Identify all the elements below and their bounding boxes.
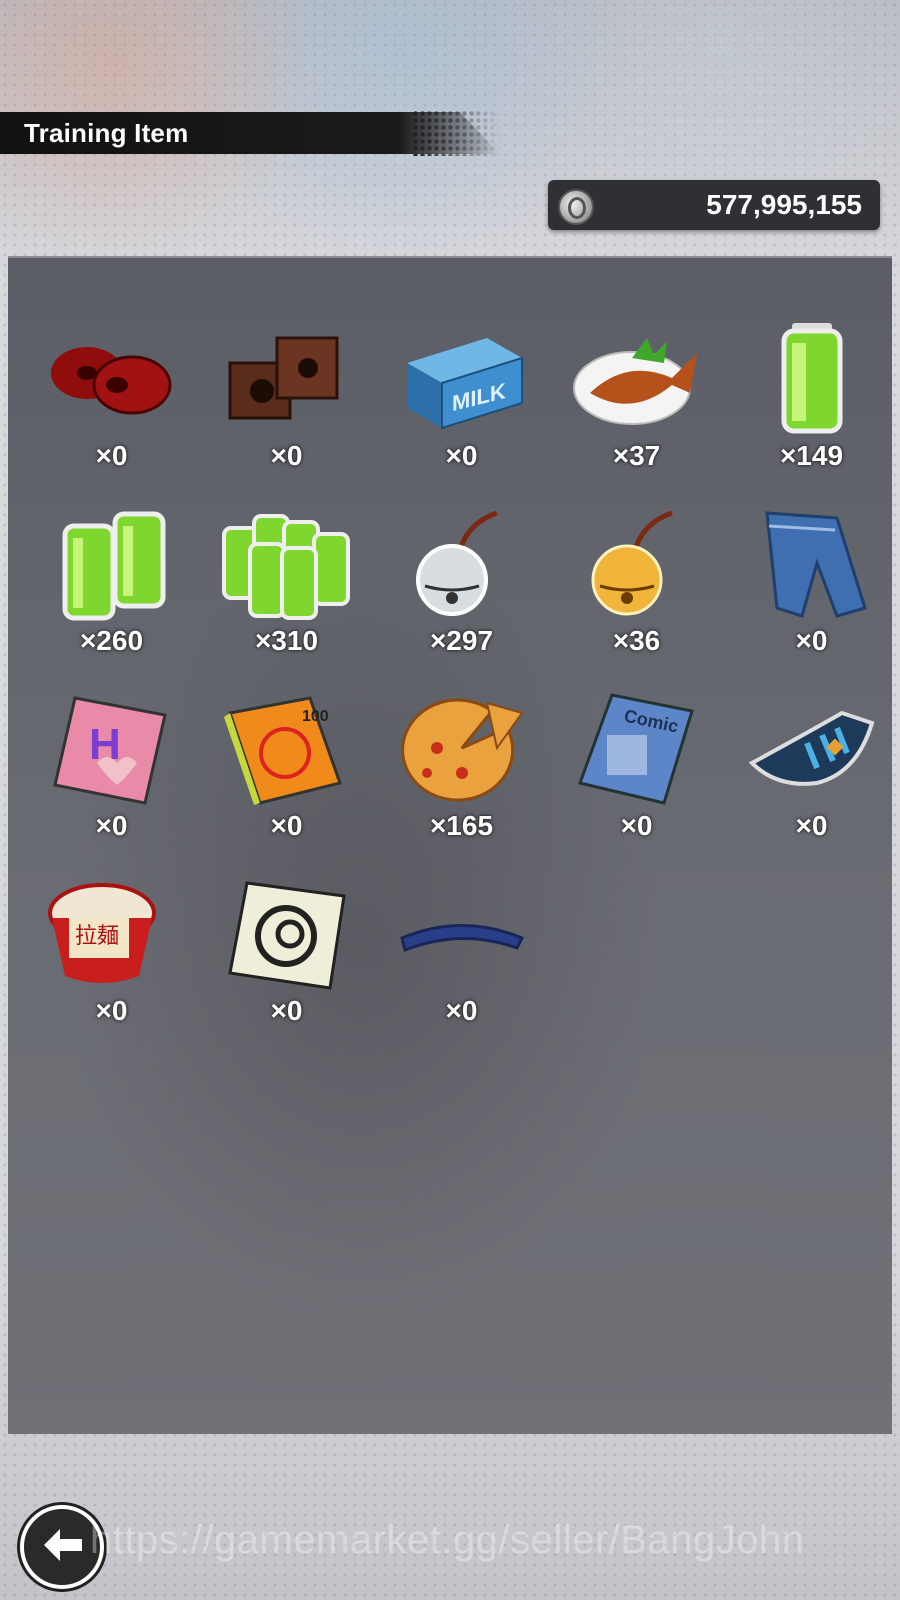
item-count: ×37 [612, 440, 661, 471]
item-slot[interactable]: MILK ×0 [374, 318, 549, 503]
item-count: ×0 [445, 440, 478, 471]
milk-carton-icon: MILK [392, 318, 532, 438]
currency-display: 577,995,155 [548, 180, 880, 230]
title-halftone [412, 110, 502, 156]
page-title: Training Item [24, 118, 189, 148]
item-panel: ×0 ×0 MILK ×0 ×37 ×149 ×260 ×310 ×297 ×3… [8, 256, 892, 1434]
item-slot[interactable]: ×0 [724, 688, 899, 873]
comic-book-icon: Comic [567, 688, 707, 808]
item-count: ×0 [270, 440, 303, 471]
item-slot[interactable]: ×0 [199, 318, 374, 503]
item-slot[interactable]: ×260 [24, 503, 199, 688]
svg-text:拉麺: 拉麺 [75, 923, 119, 948]
magazine-icon: H [42, 688, 182, 808]
item-count: ×0 [95, 810, 128, 841]
instant-ramen-icon: 拉麺 [42, 873, 182, 993]
item-count: ×0 [620, 810, 653, 841]
svg-text:100: 100 [302, 708, 329, 725]
item-grid: ×0 ×0 MILK ×0 ×37 ×149 ×260 ×310 ×297 ×3… [24, 318, 900, 1058]
item-slot[interactable]: 100 ×0 [199, 688, 374, 873]
item-count: ×260 [79, 625, 144, 656]
item-count: ×149 [779, 440, 844, 471]
silver-bell-icon [392, 503, 532, 623]
item-count: ×0 [270, 995, 303, 1026]
item-slot[interactable]: ×310 [199, 503, 374, 688]
item-count: ×0 [270, 810, 303, 841]
item-slot[interactable]: H ×0 [24, 688, 199, 873]
gold-bell-icon [567, 503, 707, 623]
red-weights-icon [42, 318, 182, 438]
item-slot[interactable]: ×0 [24, 318, 199, 503]
battery-pack-icon [217, 503, 357, 623]
currency-value: 577,995,155 [706, 189, 862, 220]
energy-battery-icon [742, 318, 882, 438]
joke-book-icon: 100 [217, 688, 357, 808]
item-count: ×165 [429, 810, 494, 841]
watermark-text: https://gamemarket.gg/seller/BangJohn [90, 1518, 805, 1562]
item-slot[interactable]: ×165 [374, 688, 549, 873]
item-count: ×0 [95, 440, 128, 471]
item-slot[interactable]: ×0 [374, 873, 549, 1058]
item-slot[interactable]: ×37 [549, 318, 724, 503]
item-count: ×310 [254, 625, 319, 656]
item-slot[interactable]: ×0 [724, 503, 899, 688]
item-slot[interactable]: ×297 [374, 503, 549, 688]
item-count: ×0 [795, 625, 828, 656]
pizza-icon [392, 688, 532, 808]
brick-weights-icon [217, 318, 357, 438]
grilled-fish-icon [567, 318, 707, 438]
headband-icon [392, 873, 532, 993]
back-arrow-icon [40, 1527, 84, 1568]
item-count: ×0 [445, 995, 478, 1026]
item-slot[interactable]: ×36 [549, 503, 724, 688]
battery-pair-icon [42, 503, 182, 623]
item-count: ×36 [612, 625, 661, 656]
item-count: ×297 [429, 625, 494, 656]
item-count: ×0 [795, 810, 828, 841]
coin-icon [558, 189, 594, 225]
item-slot[interactable]: ×0 [199, 873, 374, 1058]
item-count: ×0 [95, 995, 128, 1026]
jeans-icon [742, 503, 882, 623]
item-slot[interactable]: Comic ×0 [549, 688, 724, 873]
scouter-card-icon [217, 873, 357, 993]
item-slot[interactable]: ×149 [724, 318, 899, 503]
item-slot[interactable]: 拉麺 ×0 [24, 873, 199, 1058]
wristband-icon [742, 688, 882, 808]
